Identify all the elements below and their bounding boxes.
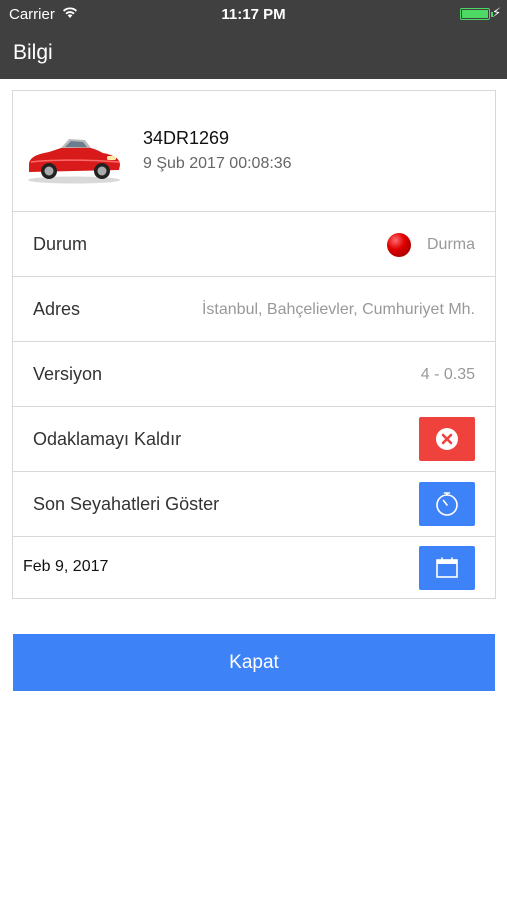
calendar-icon [436,557,458,578]
status-value: Durma [426,236,475,253]
clock: 11:17 PM [221,6,286,23]
address-row: Adres İstanbul, Bahçelievler, Cumhuriyet… [13,277,495,342]
version-label: Versiyon [33,364,103,384]
vehicle-info-card: 34DR1269 9 Şub 2017 00:08:36 Durum Durma… [12,90,496,599]
vehicle-summary: 34DR1269 9 Şub 2017 00:08:36 [13,91,495,212]
close-button[interactable]: Kapat [13,634,495,691]
page-title: Bilgi [13,41,53,64]
address-label: Adres [33,299,81,319]
status-bar: Carrier 11:17 PM ⚡ [0,0,507,28]
calendar-button[interactable] [419,546,475,590]
red-car-image [25,134,123,189]
navigation-bar: Carrier 11:17 PM ⚡ Bilgi [0,0,507,79]
unfocus-row: Odaklamayı Kaldır [13,407,495,472]
date-picker-row: Feb 9, 2017 [13,537,495,598]
timer-icon [436,492,458,516]
vehicle-timestamp: 9 Şub 2017 00:08:36 [143,155,292,172]
status-row: Durum Durma [13,212,495,277]
status-indicator-icon [387,233,411,257]
battery-icon [460,8,493,20]
trips-row: Son Seyahatleri Göster [13,472,495,537]
unfocus-button[interactable] [419,417,475,461]
status-label: Durum [33,234,88,254]
version-row: Versiyon 4 - 0.35 [13,342,495,407]
vehicle-plate: 34DR1269 [143,128,230,148]
charging-bolt-icon: ⚡ [492,5,502,20]
close-circle-icon [436,428,458,450]
trips-label: Son Seyahatleri Göster [33,494,220,514]
unfocus-label: Odaklamayı Kaldır [33,429,182,449]
date-value[interactable]: Feb 9, 2017 [23,558,108,576]
version-value: 4 - 0.35 [420,366,475,383]
address-value: İstanbul, Bahçelievler, Cumhuriyet Mh. [201,301,475,318]
show-trips-button[interactable] [419,482,475,526]
